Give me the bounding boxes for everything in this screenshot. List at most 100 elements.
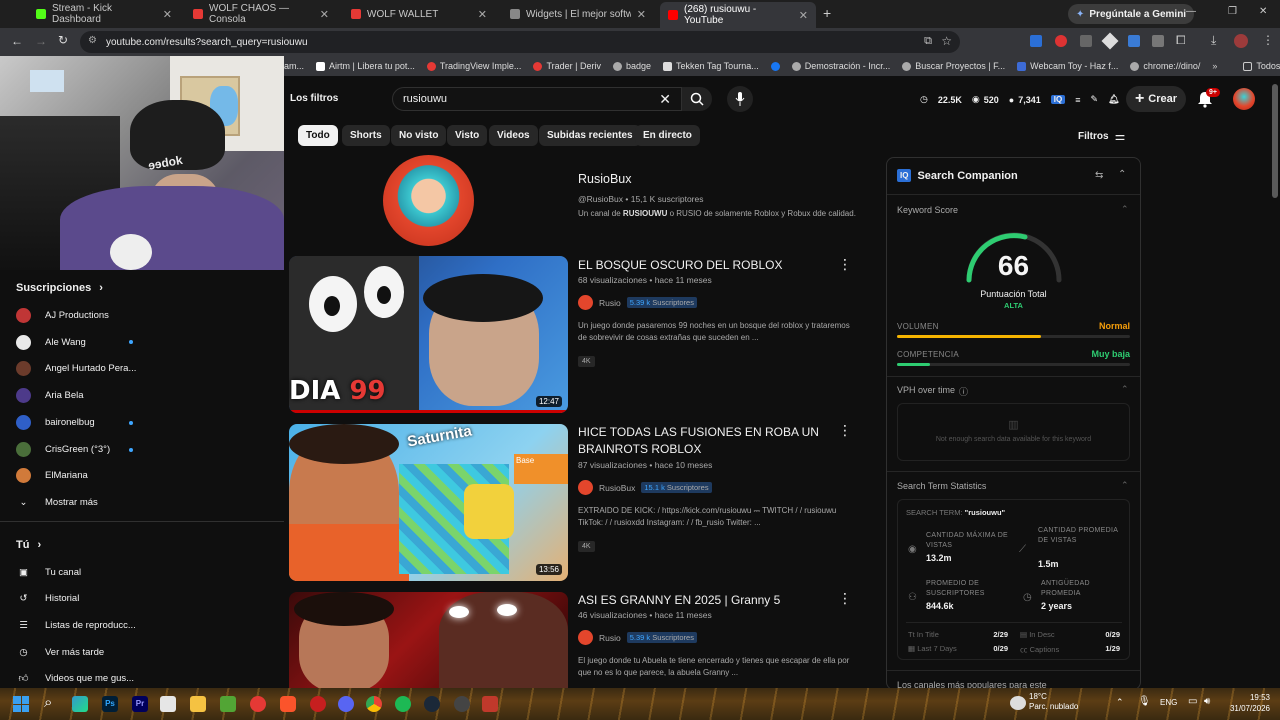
search-input[interactable]: rusiouwu ✕	[392, 87, 682, 111]
video-title[interactable]: EL BOSQUE OSCURO DEL ROBLOX	[578, 257, 838, 274]
site-info-icon[interactable]: ⚙	[88, 35, 97, 46]
bookmark-item[interactable]: Tekken Tag Tourna...	[662, 61, 759, 71]
sidebar-sub-aj-productions[interactable]: AJ Productions	[16, 306, 109, 324]
chip-en-directo[interactable]: En directo	[635, 125, 700, 146]
sidebar-playlists[interactable]: ☰ Listas de reproducc...	[16, 616, 136, 634]
cast-icon[interactable]: ⧉	[924, 35, 932, 48]
page-scrollbar[interactable]	[1272, 84, 1278, 198]
bookmark-item[interactable]: Trader | Deriv	[533, 61, 601, 71]
bookmarks-overflow-icon[interactable]: »	[1212, 61, 1217, 71]
discord-icon[interactable]	[338, 696, 354, 712]
search-button[interactable]	[682, 87, 712, 111]
all-bookmarks-button[interactable]: Todos los favoritos	[1243, 61, 1280, 71]
more-options-icon[interactable]: ⋮	[838, 422, 852, 439]
list-icon[interactable]: ≡	[1075, 95, 1080, 105]
steam-icon[interactable]	[424, 696, 440, 712]
language-indicator[interactable]: ENG	[1160, 698, 1177, 707]
sidebar-sub-crisgreen[interactable]: CrisGreen (°3°)	[16, 440, 110, 458]
forward-icon[interactable]: →	[35, 34, 47, 48]
bookmark-item[interactable]: badge	[612, 61, 651, 71]
premiere-icon[interactable]: Pr	[132, 696, 148, 712]
chip-subidas-recientes[interactable]: Subidas recientes	[539, 125, 641, 146]
notifications-button[interactable]: 9+	[1197, 88, 1220, 113]
tab-kick-dashboard[interactable]: Stream - Kick Dashboard ✕	[28, 3, 180, 25]
extensions-puzzle-icon[interactable]: ⧠	[1176, 33, 1186, 48]
filters-button[interactable]: Filtros ⚌	[1078, 129, 1125, 143]
you-heading[interactable]: Tú ›	[16, 539, 41, 551]
voicemod-icon[interactable]	[482, 696, 498, 712]
tab-wolf-chaos[interactable]: WOLF CHAOS — Consola ✕	[185, 3, 337, 25]
volume-icon[interactable]: 🔊︎	[1204, 696, 1210, 707]
collapse-icon[interactable]: ⌃	[1121, 480, 1129, 491]
opera-icon[interactable]	[310, 696, 326, 712]
video-channel-row[interactable]: RusioBux 15.1 k Suscriptores	[578, 480, 712, 495]
bookmark-item[interactable]: am...	[284, 61, 304, 71]
edge-icon[interactable]	[72, 696, 88, 712]
video-channel-row[interactable]: Rusio 5.39 k Suscriptores	[578, 295, 697, 310]
close-window-button[interactable]: ✕	[1259, 6, 1267, 17]
bookmark-item[interactable]: Demostración - Incr...	[791, 61, 890, 71]
close-icon[interactable]: ✕	[478, 8, 487, 21]
clock-widget[interactable]: 19:53 31/07/2026	[1228, 692, 1270, 714]
new-tab-button[interactable]: +	[823, 5, 831, 21]
account-avatar[interactable]	[1233, 88, 1255, 110]
video-thumbnail[interactable]	[289, 592, 568, 688]
vidiq-icon[interactable]: IQ	[1050, 95, 1066, 104]
video-title[interactable]: HICE TODAS LAS FUSIONES EN ROBA UN BRAIN…	[578, 424, 834, 458]
collapse-icon[interactable]: ⌃	[1121, 204, 1129, 215]
video-channel-row[interactable]: Rusio 5.39 k Suscriptores	[578, 630, 697, 645]
close-icon[interactable]: ✕	[320, 8, 329, 21]
chip-visto[interactable]: Visto	[447, 125, 488, 146]
bookmark-star-icon[interactable]: ☆	[941, 34, 952, 48]
back-icon[interactable]: ←	[11, 34, 23, 48]
edit-icon[interactable]: ✎	[1090, 94, 1098, 105]
chip-shorts[interactable]: Shorts	[342, 125, 390, 146]
photoshop-icon[interactable]: Ps	[102, 696, 118, 712]
sidebar-show-more[interactable]: ⌄ Mostrar más	[16, 493, 98, 511]
close-icon[interactable]: ✕	[637, 8, 646, 21]
tab-youtube[interactable]: (268) rusiouwu - YouTube ✕	[660, 2, 816, 28]
bookmark-item[interactable]	[770, 61, 780, 71]
tab-wolf-wallet[interactable]: WOLF WALLET ✕	[343, 4, 495, 24]
microphone-tray-icon[interactable]: 🎙︎	[1138, 696, 1151, 707]
sidebar-tu-canal[interactable]: ▣ Tu canal	[16, 563, 81, 581]
chip-videos[interactable]: Videos	[489, 125, 538, 146]
collapse-icon[interactable]: ⌃	[1118, 169, 1126, 180]
windows-start-icon[interactable]	[13, 696, 29, 712]
file-explorer-icon[interactable]	[190, 696, 206, 712]
minecraft-icon[interactable]	[220, 696, 236, 712]
bookmark-item[interactable]: Webcam Toy - Haz f...	[1017, 61, 1118, 71]
sidebar-sub-baironelbug[interactable]: baironelbug	[16, 413, 95, 431]
network-icon[interactable]: ▭	[1188, 696, 1197, 707]
extension-icon[interactable]	[1080, 35, 1092, 47]
collapse-icon[interactable]: ⌃	[1121, 384, 1129, 395]
clear-search-icon[interactable]: ✕	[659, 91, 671, 108]
tab-widgets[interactable]: Widgets | El mejor software pa ✕	[502, 4, 654, 24]
sidebar-watch-later[interactable]: ◷ Ver más tarde	[16, 643, 104, 661]
chrome-icon[interactable]	[366, 696, 382, 712]
search-icon[interactable]: ⌕	[44, 694, 52, 711]
calendar-app-icon[interactable]	[160, 696, 176, 712]
filters-toggle[interactable]: Los filtros	[290, 93, 338, 104]
extension-icon[interactable]	[1101, 32, 1119, 50]
channel-avatar-large[interactable]	[383, 155, 474, 246]
more-options-icon[interactable]: ⋮	[838, 590, 852, 607]
create-button[interactable]: + Crear	[1126, 86, 1186, 112]
subscriptions-heading[interactable]: Suscripciones ›	[16, 282, 103, 294]
reload-icon[interactable]: ↻	[58, 33, 68, 47]
extension-icon[interactable]	[1055, 35, 1067, 47]
more-options-icon[interactable]: ⋮	[838, 256, 852, 273]
tray-chevron-icon[interactable]: ⌃	[1116, 697, 1124, 708]
close-icon[interactable]: ✕	[163, 8, 172, 21]
video-title[interactable]: ASI ES GRANNY EN 2025 | Granny 5	[578, 592, 834, 609]
profile-avatar[interactable]	[1234, 34, 1248, 48]
github-icon[interactable]	[454, 696, 470, 712]
download-icon[interactable]: ⤓	[1211, 33, 1216, 48]
bookmark-item[interactable]: chrome://dino/	[1130, 61, 1200, 71]
bookmark-item[interactable]: Airtm | Libera tu pot...	[316, 61, 415, 71]
sidebar-liked-videos[interactable]: 👍︎ Videos que me gus...	[16, 669, 135, 687]
bell-small-icon[interactable]: 🔔︎	[1108, 94, 1119, 105]
sidebar-sub-aria-bela[interactable]: Aria Bela	[16, 386, 84, 404]
spotify-icon[interactable]	[395, 696, 411, 712]
video-thumbnail[interactable]: DIA 99 12:47	[289, 256, 568, 413]
